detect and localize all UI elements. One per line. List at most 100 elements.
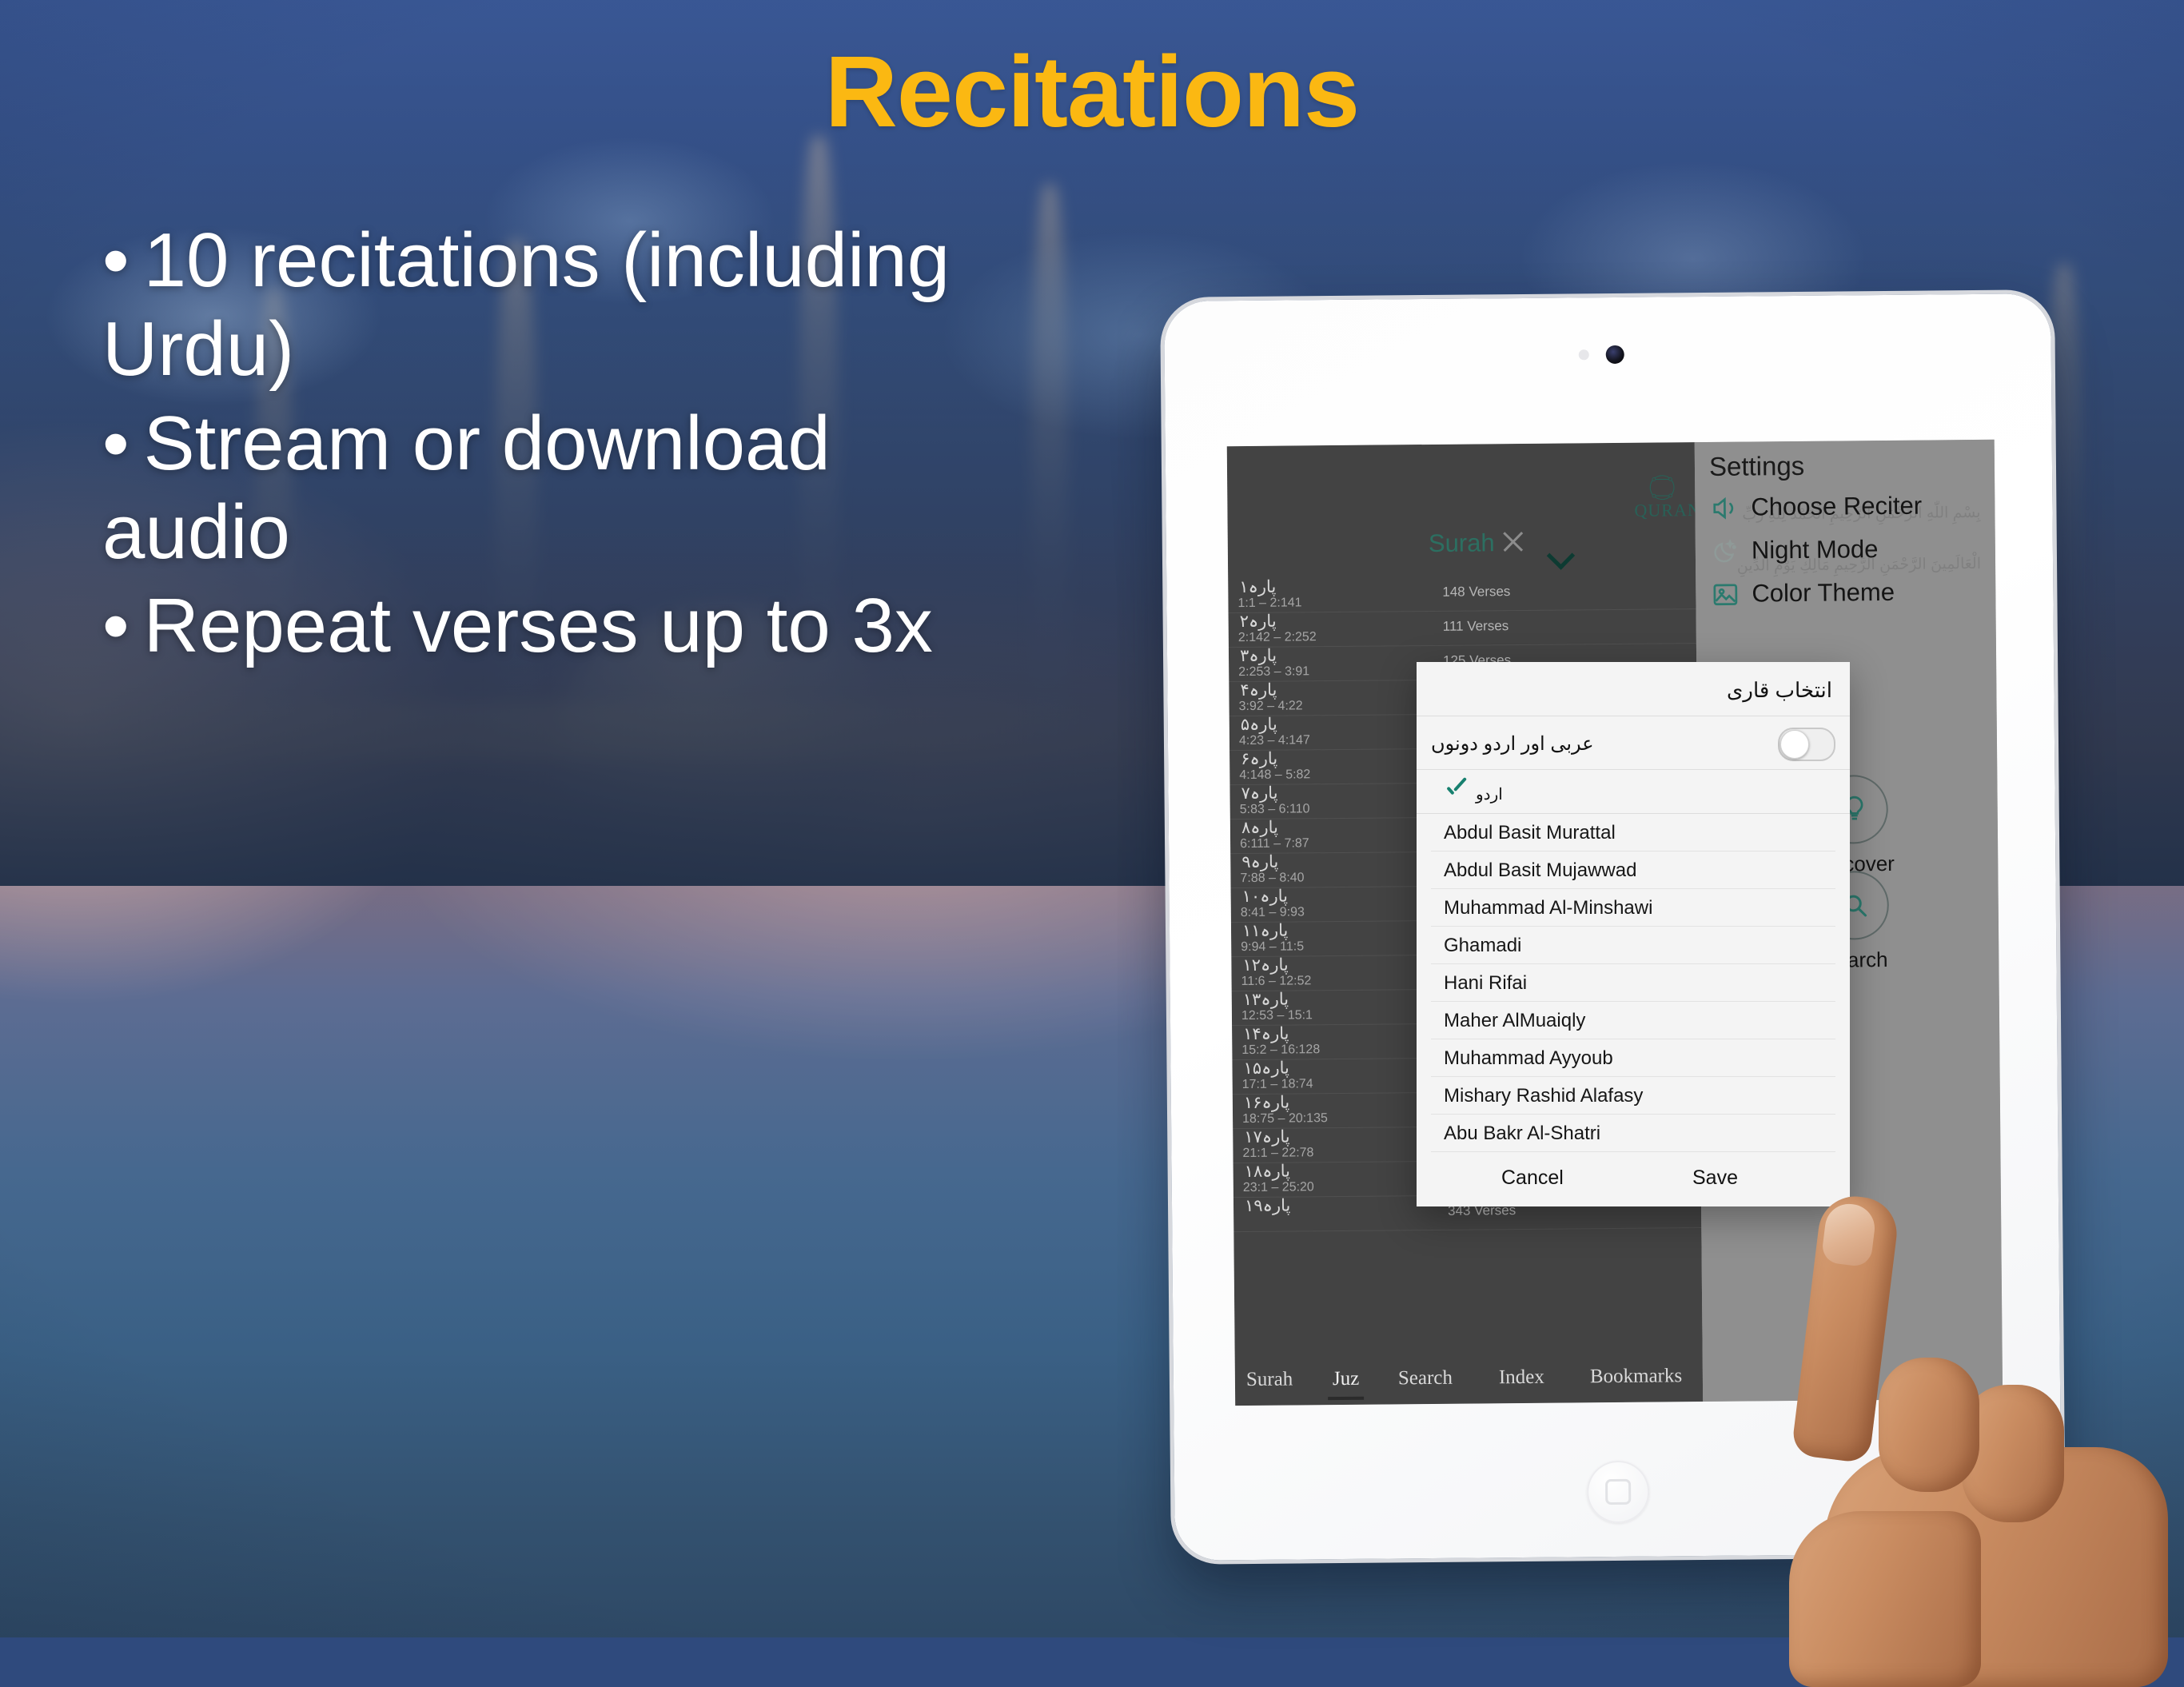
- bullet-text: Stream or download audio: [102, 401, 831, 575]
- camera-lens-icon: [1605, 345, 1624, 364]
- juz-name: پارہ۵: [1241, 715, 1277, 735]
- juz-name: پارہ۸: [1241, 818, 1278, 838]
- juz-name: پارہ۲: [1240, 612, 1277, 632]
- reciter-list-item[interactable]: Hani Rifai: [1431, 964, 1835, 1002]
- juz-verse-range: 9:94 – 11:5: [1241, 939, 1304, 955]
- juz-name: پارہ۱۴: [1243, 1024, 1289, 1044]
- image-icon: [1710, 580, 1740, 610]
- juz-verse-range: 23:1 – 25:20: [1243, 1180, 1314, 1195]
- juz-verse-range: 4:23 – 4:147: [1239, 733, 1310, 748]
- reciter-list-item[interactable]: Muhammad Al-Minshawi: [1431, 889, 1835, 927]
- arabic-urdu-both-row[interactable]: عربی اور اردو دونوں: [1417, 716, 1850, 770]
- juz-name: پارہ۹: [1241, 852, 1278, 872]
- panel-header: Surah: [1228, 516, 1696, 579]
- settings-item-label: Color Theme: [1752, 578, 1895, 608]
- toggle-knob: [1780, 730, 1809, 759]
- quran-logo: ۝ QURAN: [1634, 457, 1691, 521]
- juz-verse-range: 15:2 – 16:128: [1241, 1043, 1320, 1058]
- juz-verse-range: 8:41 – 9:93: [1241, 905, 1305, 920]
- juz-name: پارہ۱۷: [1244, 1127, 1289, 1147]
- reciter-name: Maher AlMuaiqly: [1444, 1010, 1585, 1032]
- juz-name: پارہ۱۲: [1242, 955, 1288, 975]
- toggle-label: عربی اور اردو دونوں: [1431, 732, 1594, 756]
- reciter-list-item[interactable]: Mishary Rashid Alafasy: [1431, 1077, 1835, 1115]
- bullet-text: Repeat verses up to 3x: [144, 583, 933, 668]
- bullet-marker: •: [102, 583, 130, 668]
- camera-icon: [1578, 345, 1637, 364]
- reciter-list-item[interactable]: Muhammad Ayyoub: [1431, 1039, 1835, 1077]
- save-button[interactable]: Save: [1692, 1167, 1738, 1190]
- juz-name: پارہ۱۶: [1244, 1093, 1289, 1113]
- reciter-list-item[interactable]: Abdul Basit Mujawwad: [1431, 851, 1835, 889]
- juz-name: پارہ۱۵: [1243, 1059, 1289, 1079]
- selected-language-label: اردو: [1476, 784, 1503, 804]
- reciter-list-item[interactable]: Maher AlMuaiqly: [1431, 1002, 1835, 1039]
- list-item: •Stream or download audio: [102, 399, 990, 577]
- juz-list-item[interactable]: پارہ۱ 148 Verses 1:1 – 2:141: [1228, 575, 1696, 613]
- juz-name: پارہ۴: [1240, 680, 1277, 700]
- reciter-name: Hani Rifai: [1444, 972, 1527, 995]
- reciter-list-item[interactable]: Ghamadi: [1431, 927, 1835, 964]
- dialog-actions: Cancel Save: [1417, 1152, 1850, 1206]
- chevron-down-icon[interactable]: [1548, 545, 1577, 561]
- moon-stars-icon: [1710, 536, 1740, 567]
- bullet-marker: •: [102, 401, 130, 486]
- juz-verse-range: 11:6 – 12:52: [1241, 974, 1312, 989]
- speaker-icon: [1709, 493, 1740, 524]
- juz-name: پارہ۱۳: [1243, 990, 1289, 1010]
- juz-verse-range: 6:111 – 7:87: [1240, 836, 1309, 851]
- reciter-name: Muhammad Al-Minshawi: [1444, 897, 1652, 919]
- page-title: Recitations: [0, 34, 2184, 150]
- reciter-name: Abu Bakr Al-Shatri: [1444, 1123, 1600, 1145]
- tab-index[interactable]: Index: [1499, 1366, 1544, 1389]
- check-icon: [1444, 780, 1468, 804]
- settings-title: Settings: [1709, 451, 1805, 482]
- juz-name: پارہ۶: [1241, 749, 1277, 769]
- juz-verse-range: 7:88 – 8:40: [1240, 871, 1304, 886]
- juz-name: پارہ۱۰: [1242, 887, 1288, 907]
- juz-verse-count: 148 Verses: [1442, 584, 1510, 600]
- settings-item-label: Night Mode: [1752, 535, 1879, 564]
- juz-list-item[interactable]: پارہ۲111 Verses2:142 – 2:252: [1229, 609, 1696, 648]
- list-item: •Repeat verses up to 3x: [102, 581, 990, 670]
- settings-item-label: Choose Reciter: [1751, 492, 1922, 522]
- juz-name: پارہ۳: [1240, 646, 1277, 666]
- close-icon[interactable]: [1501, 528, 1526, 554]
- juz-verse-range: 1:1 – 2:141: [1237, 596, 1301, 611]
- juz-verse-range: 2:142 – 2:252: [1238, 630, 1317, 645]
- bullet-marker: •: [102, 217, 130, 303]
- juz-verse-range: 4:148 – 5:82: [1239, 768, 1310, 783]
- bullet-text: 10 recitations (including Urdu): [102, 217, 950, 392]
- juz-name: پارہ۷: [1241, 784, 1277, 804]
- juz-verse-range: 17:1 – 18:74: [1242, 1077, 1313, 1092]
- reciter-list-item[interactable]: Abu Bakr Al-Shatri: [1431, 1115, 1835, 1152]
- list-item: •10 recitations (including Urdu): [102, 216, 990, 394]
- juz-name: پارہ۱: [1239, 577, 1276, 597]
- quran-logo-mark: ۝: [1634, 457, 1690, 501]
- home-button-icon[interactable]: [1586, 1461, 1649, 1524]
- tab-search[interactable]: Search: [1398, 1367, 1453, 1390]
- reciter-name: Muhammad Ayyoub: [1444, 1047, 1613, 1070]
- choose-reciter-dialog: انتخاب قاری عربی اور اردو دونوں اردو Abd…: [1417, 662, 1850, 1206]
- cancel-button[interactable]: Cancel: [1501, 1167, 1564, 1190]
- tab-surah[interactable]: Surah: [1246, 1369, 1293, 1392]
- panel-tab-bar: Surah Juz Search Index Bookmarks: [1235, 1357, 1703, 1406]
- juz-name: پارہ۱۹: [1245, 1196, 1290, 1216]
- selected-language-row[interactable]: اردو: [1417, 770, 1850, 814]
- reciter-name: Mishary Rashid Alafasy: [1444, 1085, 1643, 1107]
- reciter-name: Ghamadi: [1444, 935, 1521, 957]
- juz-name: پارہ۱۸: [1245, 1162, 1290, 1182]
- juz-verse-range: 5:83 – 6:110: [1240, 802, 1310, 817]
- juz-verse-range: 3:92 – 4:22: [1239, 699, 1303, 714]
- arabic-urdu-toggle[interactable]: [1778, 728, 1835, 761]
- tab-bookmarks[interactable]: Bookmarks: [1590, 1365, 1683, 1388]
- juz-verse-range: 18:75 – 20:135: [1242, 1111, 1328, 1127]
- reciter-name: Abdul Basit Murattal: [1444, 822, 1616, 844]
- juz-verse-range: 21:1 – 22:78: [1242, 1146, 1313, 1161]
- tab-juz[interactable]: Juz: [1333, 1368, 1360, 1390]
- reciter-list[interactable]: Abdul Basit Murattal Abdul Basit Mujawwad…: [1417, 814, 1850, 1152]
- reciter-list-item[interactable]: Abdul Basit Murattal: [1431, 814, 1835, 851]
- dialog-title: انتخاب قاری: [1417, 662, 1850, 716]
- panel-title: Surah: [1228, 527, 1696, 560]
- juz-name: پارہ۱۱: [1242, 921, 1288, 941]
